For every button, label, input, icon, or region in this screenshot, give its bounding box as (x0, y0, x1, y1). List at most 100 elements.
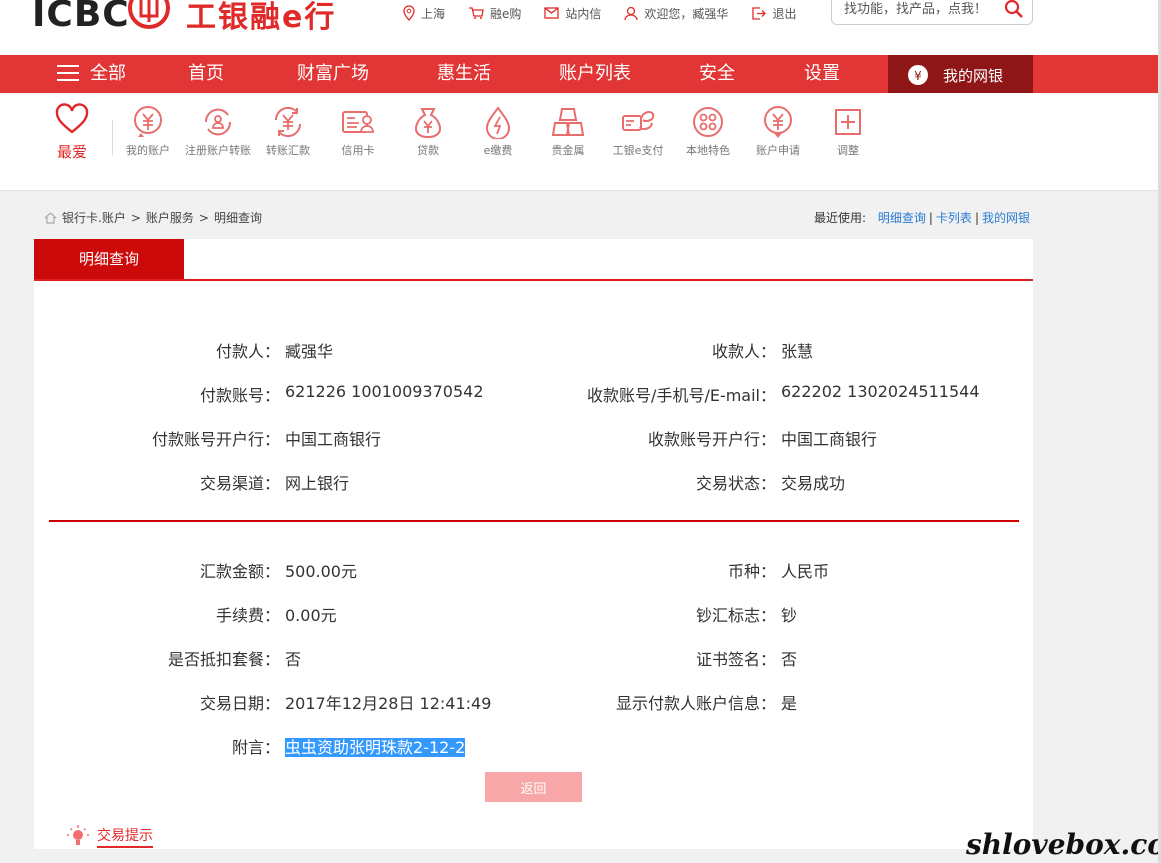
channel-value: 网上银行 (285, 474, 350, 493)
cert-sign-label: 证书签名： (695, 650, 776, 669)
logout-label: 退出 (772, 6, 797, 21)
currency-value: 人民币 (781, 562, 830, 581)
apply-icon (764, 106, 792, 138)
payee-label: 收款人： (711, 342, 776, 361)
recent-link-detail-query[interactable]: 明细查询 (878, 211, 926, 225)
metal-icon (551, 108, 585, 136)
logout-link[interactable]: 退出 (751, 3, 796, 23)
location-label: 上海 (421, 6, 446, 21)
recently-used: 最近使用: 明细查询 | 卡列表 | 我的网银 (814, 209, 1030, 226)
amount-value: 500.00元 (285, 562, 357, 581)
svg-text:¥: ¥ (914, 69, 922, 83)
quick-local[interactable]: 本地特色 (673, 93, 743, 159)
transfer-icon (274, 106, 302, 138)
recent-label: 最近使用: (813, 211, 867, 225)
loan-icon (414, 108, 442, 139)
quick-label-2: 转账汇款 (266, 144, 310, 157)
e-pay-icon (622, 111, 655, 131)
cash-flag-value: 钞 (781, 606, 798, 625)
payer-label: 付款人： (215, 342, 280, 361)
nav-all[interactable]: 全部 (57, 55, 126, 93)
payer-account-label: 付款账号： (199, 386, 280, 405)
location-link[interactable]: 上海 (403, 3, 445, 23)
quick-label-9: 账户申请 (756, 144, 800, 157)
quick-credit-card[interactable]: 信用卡 (323, 93, 393, 159)
quick-label-6: 贵金属 (551, 144, 585, 157)
menu-icon (57, 65, 79, 81)
quick-label-4: 贷款 (417, 144, 439, 157)
quick-account-apply[interactable]: 账户申请 (743, 93, 813, 159)
search-icon[interactable] (1004, 0, 1024, 19)
location-icon (403, 5, 415, 21)
status-value: 交易成功 (781, 474, 846, 493)
user-welcome[interactable]: 欢迎您，臧强华 (624, 3, 728, 23)
ronge-logo-text: 工银融e行 (186, 0, 337, 35)
cash-flag-label: 钞汇标志： (695, 606, 776, 625)
quick-metal[interactable]: 贵金属 (533, 93, 603, 159)
package-deduct-value: 否 (285, 650, 302, 669)
top-header: ICBC 工银融e行 上海 融e购 站内信 欢迎您，臧强华 退出 (0, 0, 1161, 55)
mail-icon (544, 7, 560, 19)
quick-loan[interactable]: 贷款 (393, 93, 463, 159)
payee-bank-label: 收款账号开户行： (647, 430, 776, 449)
recent-link-my-ebank[interactable]: 我的网银 (982, 211, 1030, 225)
register-transfer-icon (204, 108, 232, 136)
search-input[interactable] (842, 1, 996, 18)
local-icon (693, 107, 723, 137)
inbox-link[interactable]: 站内信 (544, 3, 601, 23)
nav-life[interactable]: 惠生活 (437, 55, 491, 93)
credit-card-icon (342, 111, 374, 133)
breadcrumb-item-card-account[interactable]: 银行卡.账户 (62, 209, 126, 226)
fee-label: 手续费： (215, 606, 280, 625)
nav-settings[interactable]: 设置 (804, 55, 840, 93)
quick-my-account[interactable]: 我的账户 (113, 93, 183, 159)
quick-adjust[interactable]: 调整 (813, 93, 883, 159)
epay-bill-icon (485, 106, 511, 139)
nav-all-label: 全部 (90, 63, 126, 84)
back-button[interactable]: 返回 (485, 772, 582, 802)
recent-link-card-list[interactable]: 卡列表 (936, 211, 972, 225)
favorites[interactable]: 最爱 (50, 103, 94, 162)
cart-icon (469, 7, 484, 19)
home-icon (44, 211, 57, 224)
top-links: 上海 融e购 站内信 欢迎您，臧强华 退出 (403, 3, 819, 23)
icbc-logo-text[interactable]: ICBC (32, 0, 130, 35)
payee-bank-value: 中国工商银行 (781, 430, 878, 449)
nav-home[interactable]: 首页 (188, 55, 224, 93)
breadcrumb-sep: > (198, 210, 209, 225)
money-bag-icon: ¥ (908, 65, 928, 85)
mall-label: 融e购 (490, 6, 522, 21)
my-ebank-label: 我的网银 (943, 67, 1004, 85)
nav-my-ebank[interactable]: ¥ 我的网银 (888, 55, 1033, 93)
icbc-logo-icon (128, 0, 170, 29)
quick-label-10: 调整 (837, 144, 859, 157)
tab-detail-query[interactable]: 明细查询 (34, 239, 184, 279)
quick-e-payment[interactable]: e缴费 (463, 93, 533, 159)
quick-icbc-epay[interactable]: 工银e支付 (603, 93, 673, 159)
favorites-label: 最爱 (56, 143, 87, 161)
currency-label: 币种： (727, 562, 776, 581)
amount-label: 汇款金额： (199, 562, 280, 581)
user-icon (624, 6, 639, 20)
quick-label-3: 信用卡 (341, 144, 375, 157)
nav-security[interactable]: 安全 (699, 55, 735, 93)
nav-accounts[interactable]: 账户列表 (559, 55, 631, 93)
inbox-label: 站内信 (565, 6, 602, 21)
fee-value: 0.00元 (285, 606, 337, 625)
quick-transfer[interactable]: 转账汇款 (253, 93, 323, 159)
payer-account-value: 621226 1001009370542 (285, 382, 484, 401)
transaction-tips[interactable]: 交易提示 (34, 822, 1033, 849)
ronge-mall-link[interactable]: 融e购 (468, 3, 521, 23)
nav-wealth[interactable]: 财富广场 (297, 55, 369, 93)
quick-register-transfer[interactable]: 注册账户转账 (183, 93, 253, 159)
payer-value: 臧强华 (285, 342, 334, 361)
breadcrumb-item-account-service[interactable]: 账户服务 (146, 209, 194, 226)
logout-icon (752, 6, 767, 20)
show-payer-info-value: 是 (781, 694, 798, 713)
quick-icons-bar: 最爱 我的账户 注册账户转账 转账汇款 信用卡 贷款 e缴费 贵金属 工银e支付… (0, 93, 1161, 191)
quick-label-8: 本地特色 (686, 144, 730, 157)
remark-value: 虫虫资助张明珠款2-12-2 (285, 734, 466, 758)
remark-selected-text: 虫虫资助张明珠款2-12-2 (285, 738, 466, 757)
channel-label: 交易渠道： (199, 474, 280, 493)
heart-icon (55, 103, 89, 134)
